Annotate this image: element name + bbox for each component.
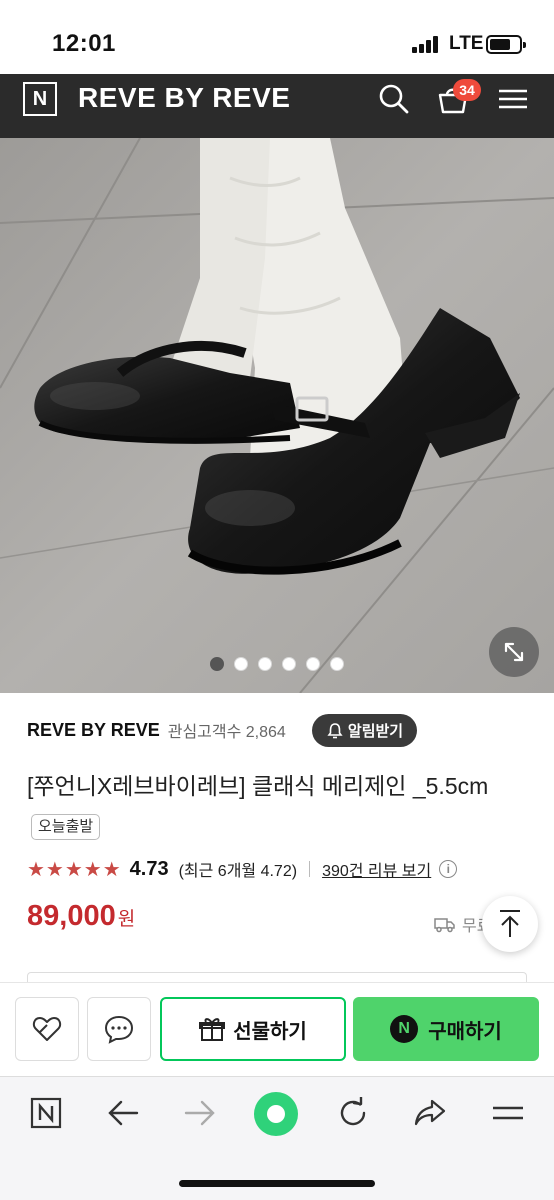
pagination-dot-3[interactable] [258, 657, 272, 671]
cart-count-badge: 34 [453, 79, 481, 101]
refresh-icon[interactable] [335, 1095, 371, 1131]
chat-button[interactable] [87, 997, 151, 1061]
notify-label: 알림받기 [347, 723, 404, 740]
share-icon[interactable] [412, 1095, 448, 1131]
review-link[interactable]: 390건 리뷰 보기 [322, 857, 431, 881]
naver-pay-icon: N [390, 1015, 419, 1043]
back-icon[interactable] [105, 1095, 141, 1131]
wishlist-button[interactable] [15, 997, 79, 1061]
more-menu-icon[interactable] [490, 1095, 526, 1131]
seller-name[interactable]: REVE BY REVE [27, 720, 160, 741]
divider [309, 861, 311, 877]
status-time: 12:01 [52, 30, 116, 57]
status-bar: 12:01 LTE [0, 0, 554, 74]
gift-button[interactable]: 선물하기 [160, 997, 346, 1061]
expand-image-button[interactable] [489, 627, 539, 677]
home-indicator [179, 1180, 375, 1187]
buy-label: 구매하기 [428, 1020, 502, 1043]
naver-logo-icon[interactable]: N [23, 82, 57, 116]
rating-row: ★★★★★ 4.73 (최근 6개월 4.72) 390건 리뷰 보기 i [27, 855, 527, 883]
buy-button[interactable]: N 구매하기 [353, 997, 539, 1061]
pagination-dot-5[interactable] [306, 657, 320, 671]
network-label: LTE [449, 33, 484, 54]
product-title: [쭈언니X레브바이레브] 클래식 메리제인 _5.5cm 오늘출발 [27, 766, 527, 846]
price-unit: 원 [117, 909, 136, 930]
forward-icon [182, 1095, 218, 1131]
product-title-text: [쭈언니X레브바이레브] 클래식 메리제인 _5.5cm [27, 773, 489, 799]
shipping-tag: 오늘출발 [31, 814, 101, 840]
expand-icon [504, 642, 524, 662]
menu-icon[interactable] [496, 82, 530, 116]
site-header: N REVE BY REVE 34 [0, 74, 554, 138]
search-icon[interactable] [377, 82, 411, 116]
price: 89,000 [27, 900, 116, 932]
brand-title[interactable]: REVE BY REVE [78, 82, 290, 114]
image-pagination [210, 657, 344, 671]
seller-row: REVE BY REVE 관심고객수 2,864 [27, 714, 286, 746]
pagination-dot-1[interactable] [210, 657, 224, 671]
truck-icon [434, 918, 455, 933]
purchase-bar: 선물하기 N 구매하기 [0, 982, 554, 1076]
gift-icon [199, 1018, 226, 1041]
pagination-dot-2[interactable] [234, 657, 248, 671]
rating-recent: (최근 6개월 4.72) [178, 863, 298, 880]
chat-icon [104, 1015, 134, 1044]
naver-home-icon[interactable] [28, 1095, 64, 1131]
info-icon[interactable]: i [439, 860, 458, 878]
scroll-top-button[interactable] [482, 896, 538, 952]
gift-label: 선물하기 [233, 1020, 307, 1043]
pagination-dot-6[interactable] [330, 657, 344, 671]
notify-button[interactable]: 알림받기 [312, 714, 417, 747]
price-row: 89,000 원 [27, 900, 135, 940]
bell-plus-icon [327, 722, 343, 738]
rating-score: 4.73 [129, 857, 169, 880]
favorites-count: 관심고객수 2,864 [167, 724, 286, 741]
signal-icon [412, 35, 442, 53]
product-image[interactable] [0, 138, 554, 693]
green-dot-icon[interactable] [253, 1091, 299, 1137]
arrow-up-icon [500, 910, 520, 937]
battery-icon [486, 35, 526, 54]
pagination-dot-4[interactable] [282, 657, 296, 671]
heart-icon [32, 1017, 62, 1041]
star-rating-icon: ★★★★★ [27, 858, 122, 881]
